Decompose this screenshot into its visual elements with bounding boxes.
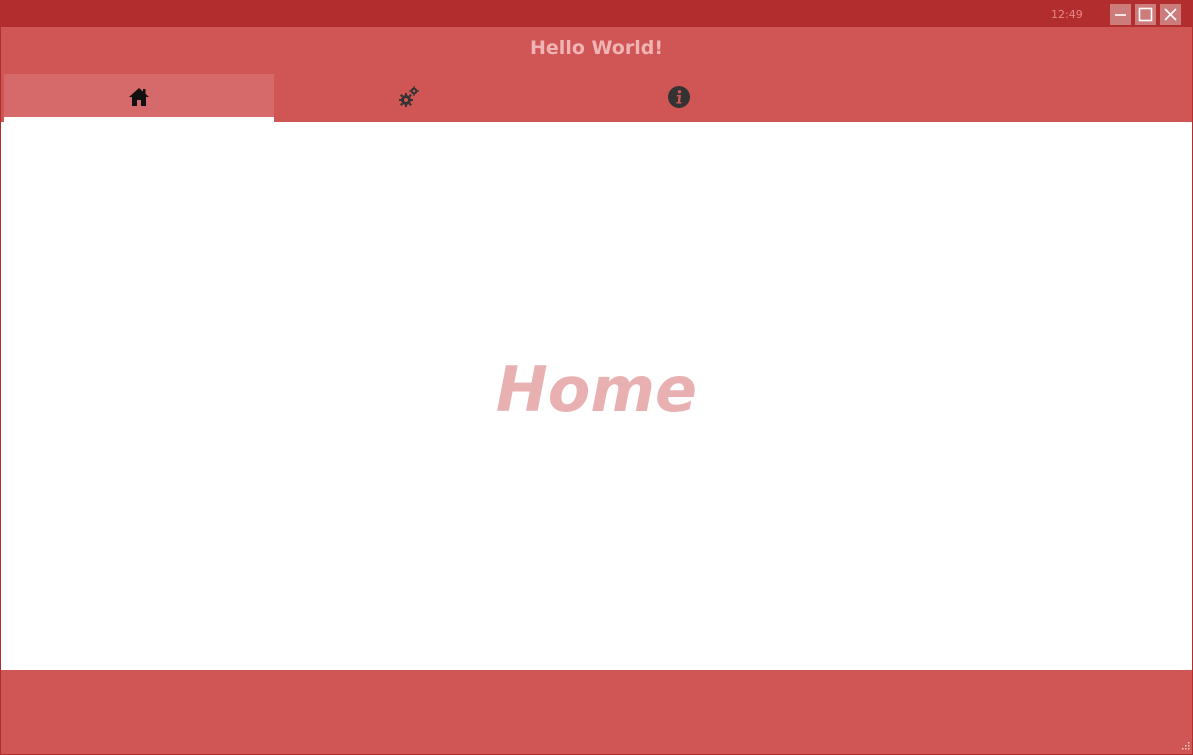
main-content: Home: [1, 122, 1192, 670]
app-footer: [1, 670, 1192, 754]
close-icon: [1164, 8, 1177, 21]
page-heading: Home: [495, 353, 698, 426]
info-icon: [667, 85, 691, 109]
gears-icon: [397, 85, 421, 109]
app-window: 12:49 Hello World! Home: [0, 0, 1193, 755]
window-titlebar[interactable]: 12:49: [1, 1, 1192, 27]
maximize-icon: [1138, 7, 1153, 22]
close-button[interactable]: [1160, 4, 1181, 25]
app-title: Hello World!: [530, 37, 663, 59]
app-header: Hello World!: [1, 27, 1192, 122]
maximize-button[interactable]: [1135, 4, 1156, 25]
tab-info[interactable]: [544, 74, 814, 122]
tab-home[interactable]: [4, 74, 274, 122]
minimize-button[interactable]: [1110, 4, 1131, 25]
clock: 12:49: [1051, 8, 1083, 21]
home-icon: [127, 85, 151, 109]
minimize-icon: [1115, 14, 1126, 16]
resize-grip-icon[interactable]: [1180, 742, 1190, 752]
tab-settings[interactable]: [274, 74, 544, 122]
